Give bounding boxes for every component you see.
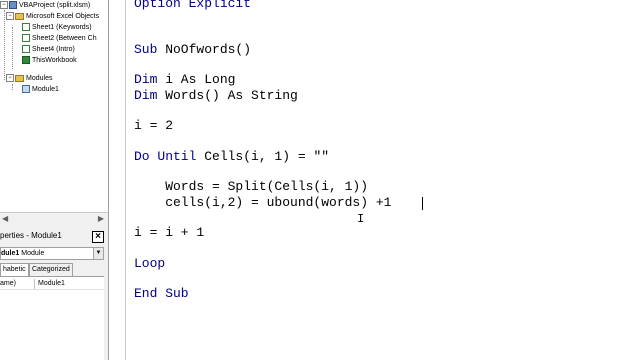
code-line: Option Explicit	[134, 0, 252, 11]
margin-indicator-bar	[109, 0, 126, 360]
worksheet-icon	[22, 23, 30, 32]
code-line: End Sub	[134, 286, 189, 301]
ibeam-cursor-icon: I	[357, 212, 365, 226]
code-line: i = 2	[134, 118, 174, 133]
scroll-right-icon[interactable]: ▶	[98, 214, 104, 223]
code-editor[interactable]: Option Explicit Sub NoOfwords() Dim i As…	[126, 0, 640, 360]
properties-grid: ame) Module1	[0, 276, 104, 360]
project-explorer: − VBAProject (split.xlsm) − Microsoft Exce…	[0, 0, 108, 216]
vba-project-icon	[9, 1, 17, 10]
code-line: Dim Words() As String	[134, 88, 298, 103]
property-value[interactable]: Module1	[34, 279, 65, 289]
object-select[interactable]: dule1 Module ▼	[0, 247, 104, 260]
code-line-active: cells(i,2) = ubound(words) +1	[134, 195, 392, 210]
property-row[interactable]: ame) Module1	[0, 279, 104, 290]
left-panel: − VBAProject (split.xlsm) − Microsoft Exce…	[0, 0, 109, 360]
tab-alphabetic[interactable]: habetic	[0, 263, 29, 277]
tree-connector	[12, 27, 13, 69]
tab-categorized[interactable]: Categorized	[29, 263, 73, 277]
tree-item-excel-objects[interactable]: − Microsoft Excel Objects	[6, 11, 99, 22]
property-name: ame)	[0, 280, 16, 287]
object-type: Module	[21, 250, 45, 257]
tree-item-thisworkbook[interactable]: ThisWorkbook	[22, 55, 77, 66]
tree-item-sheet2[interactable]: Sheet2 (Between Ch	[22, 33, 97, 44]
folder-icon	[15, 74, 24, 82]
code-line: Loop	[134, 256, 166, 271]
scroll-left-icon[interactable]: ◀	[2, 214, 8, 223]
tree-item-sheet1[interactable]: Sheet1 (Keywords)	[22, 22, 92, 33]
collapse-icon[interactable]: −	[6, 74, 14, 83]
text-caret	[422, 197, 423, 210]
code-line: Dim i As Long	[134, 72, 236, 87]
code-line: Sub NoOfwords()	[134, 42, 252, 57]
tree-connector	[12, 84, 13, 90]
module-icon	[22, 85, 30, 94]
tree-item-modules[interactable]: − Modules	[6, 73, 52, 84]
worksheet-icon	[22, 45, 30, 54]
object-name: dule1	[1, 250, 20, 257]
tree-item-sheet4[interactable]: Sheet4 (Intro)	[22, 44, 75, 55]
code-line: i = i + 1	[134, 225, 205, 240]
collapse-icon[interactable]: −	[6, 12, 14, 21]
tree-connector	[4, 10, 5, 80]
worksheet-icon	[22, 34, 30, 43]
horizontal-scrollbar[interactable]: ◀ ▶	[0, 212, 108, 225]
close-icon[interactable]: ×	[92, 231, 104, 243]
tree-item-vbaproject[interactable]: − VBAProject (split.xlsm)	[0, 0, 90, 11]
code-line: Words = Split(Cells(i, 1))	[134, 179, 369, 194]
chevron-down-icon[interactable]: ▼	[93, 248, 103, 259]
code-line: Do Until Cells(i, 1) = ""	[134, 149, 330, 164]
tree-item-module1[interactable]: Module1	[22, 84, 59, 95]
folder-icon	[15, 12, 24, 20]
collapse-icon[interactable]: −	[0, 1, 8, 10]
workbook-icon	[22, 56, 30, 65]
